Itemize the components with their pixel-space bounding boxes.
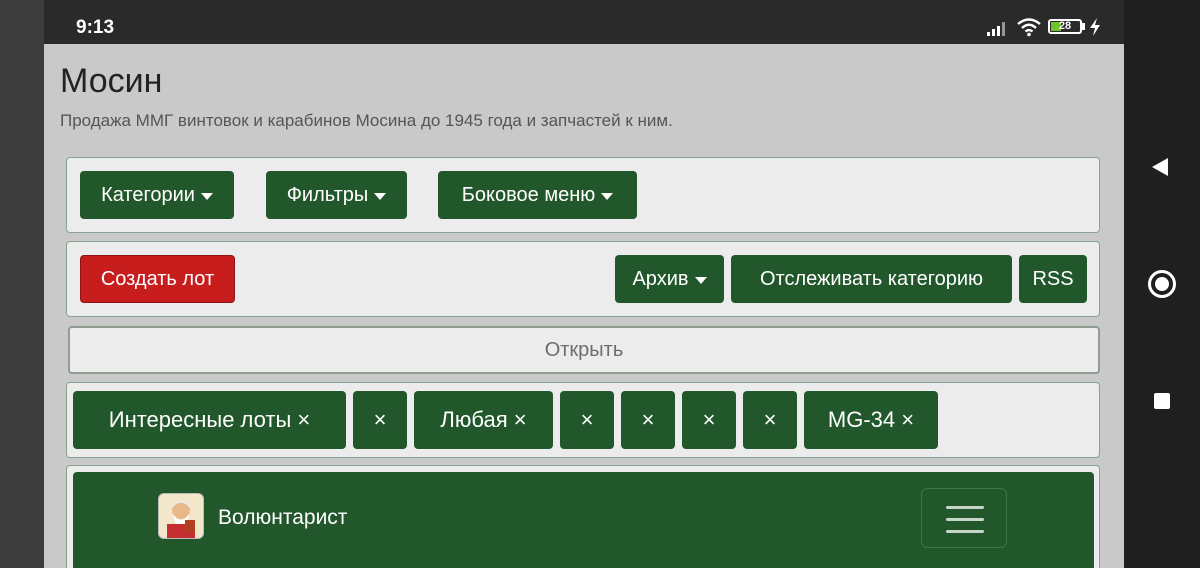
filter-tag-empty[interactable]: ×	[353, 391, 407, 449]
filter-tag-any[interactable]: Любая ×	[414, 391, 553, 449]
recent-apps-icon[interactable]	[1154, 393, 1170, 409]
filter-tag-mg34[interactable]: MG-34 ×	[804, 391, 938, 449]
left-bezel	[0, 0, 44, 568]
side-menu-label: Боковое меню	[461, 183, 596, 206]
categories-dropdown-button[interactable]: Категории	[80, 171, 234, 219]
categories-label: Категории	[101, 183, 195, 206]
create-lot-button[interactable]: Создать лот	[80, 255, 235, 303]
page-title: Мосин	[60, 62, 163, 100]
caret-down-icon	[601, 192, 614, 200]
charging-bolt-icon	[1090, 18, 1100, 36]
filter-tag-empty[interactable]: ×	[560, 391, 614, 449]
battery-level: 28	[1058, 20, 1072, 32]
caret-down-icon	[374, 192, 387, 200]
filter-tag-empty[interactable]: ×	[682, 391, 736, 449]
filter-tag-interesting-lots[interactable]: Интересные лоты ×	[73, 391, 346, 449]
page-subtitle: Продажа ММГ винтовок и карабинов Мосина …	[60, 111, 673, 130]
follow-category-button[interactable]: Отслеживать категорию	[731, 255, 1012, 303]
browser-viewport: 9:13 28 Мосин Продажа ММГ винтовок и кар…	[44, 0, 1124, 568]
back-icon[interactable]	[1152, 158, 1168, 176]
home-icon[interactable]	[1148, 270, 1176, 298]
status-bar: 9:13 28	[44, 0, 1124, 44]
signal-icon	[987, 18, 1009, 36]
brand-avatar[interactable]	[158, 493, 204, 539]
archive-dropdown-button[interactable]: Архив	[615, 255, 724, 303]
battery-icon: 28	[1048, 19, 1082, 34]
navbar-brand[interactable]: Волюнтарист	[218, 506, 347, 530]
filters-dropdown-button[interactable]: Фильтры	[266, 171, 407, 219]
caret-down-icon	[694, 276, 707, 284]
filters-label: Фильтры	[286, 183, 369, 206]
status-time: 9:13	[76, 17, 115, 38]
open-toggle-bar[interactable]: Открыть	[68, 326, 1100, 374]
filter-tag-empty[interactable]: ×	[743, 391, 797, 449]
caret-down-icon	[200, 192, 213, 200]
side-menu-dropdown-button[interactable]: Боковое меню	[438, 171, 637, 219]
wifi-icon	[1017, 18, 1041, 37]
filter-tag-empty[interactable]: ×	[621, 391, 675, 449]
rss-button[interactable]: RSS	[1019, 255, 1087, 303]
hamburger-menu-icon[interactable]	[921, 488, 1007, 548]
avatar-image	[159, 494, 203, 538]
